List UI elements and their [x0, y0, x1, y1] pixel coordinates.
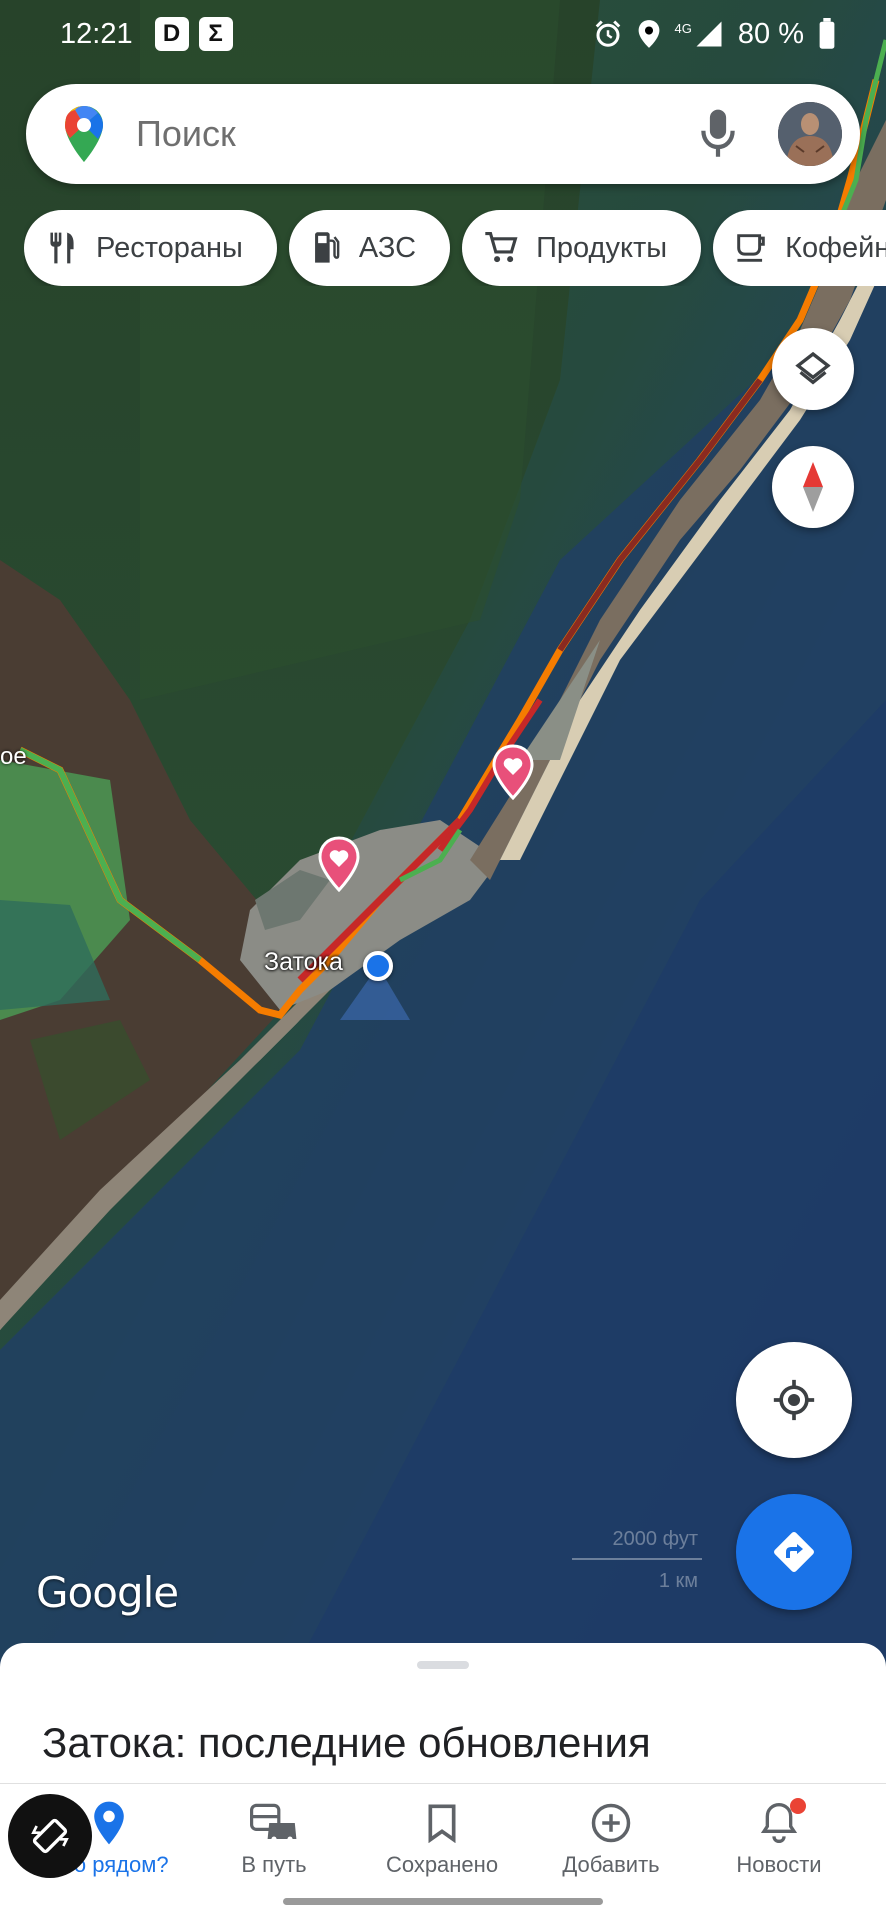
signal-icon: 4G: [675, 19, 724, 49]
search-input[interactable]: Поиск: [136, 113, 698, 155]
chip-label: Рестораны: [96, 231, 243, 264]
chip-label: Продукты: [536, 231, 668, 264]
chip-groceries[interactable]: Продукты: [462, 210, 702, 286]
coffee-icon: [737, 234, 765, 262]
status-bar: 12:21 D Σ 4G 80 %: [0, 0, 886, 68]
nav-label: Добавить: [562, 1852, 660, 1877]
status-time: 12:21: [60, 17, 133, 50]
chip-label: Кофейни: [785, 231, 886, 264]
search-bar[interactable]: Поиск: [26, 84, 860, 184]
google-attribution: Google: [36, 1568, 179, 1617]
location-pin-icon: [94, 1801, 124, 1845]
status-icons: 4G 80 %: [593, 18, 836, 51]
nav-label: Сохранено: [385, 1852, 499, 1877]
nav-commute[interactable]: В путь: [189, 1798, 359, 1878]
app-notification-icon: D: [154, 17, 189, 51]
favorite-pin-icon[interactable]: [318, 836, 360, 892]
bookmark-icon: [428, 1804, 456, 1843]
floating-overlay-button[interactable]: [8, 1794, 92, 1878]
directions-button[interactable]: [736, 1494, 852, 1610]
sheet-drag-handle[interactable]: [417, 1661, 469, 1669]
nav-label: В путь: [241, 1852, 307, 1877]
alarm-icon: [595, 20, 620, 47]
notification-badge: [790, 1798, 806, 1814]
edge-place-label[interactable]: ое: [0, 743, 27, 771]
scale-km: 1 км: [658, 1570, 698, 1592]
chip-coffee[interactable]: Кофейни: [713, 210, 886, 286]
my-location-button[interactable]: [736, 1342, 852, 1458]
my-location-dot: [363, 951, 393, 981]
nav-updates[interactable]: Новости: [694, 1798, 864, 1878]
location-status-icon: [638, 20, 659, 48]
favorite-pin-icon[interactable]: [492, 744, 534, 800]
compass-icon: [803, 462, 823, 512]
nav-label: Новости: [736, 1852, 822, 1877]
map-scale: 2000 фут 1 км: [572, 1528, 702, 1598]
layers-button[interactable]: [772, 328, 854, 410]
microphone-icon[interactable]: [698, 108, 738, 160]
commute-icon: [250, 1803, 297, 1842]
battery-icon: [819, 18, 835, 49]
gas-station-icon: [314, 232, 340, 263]
avatar[interactable]: [778, 102, 842, 166]
restaurant-icon: [50, 232, 74, 264]
directions-icon: [774, 1532, 814, 1572]
app-notification-icon: Σ: [198, 17, 233, 51]
google-maps-logo-icon: [65, 106, 103, 162]
compass-button[interactable]: [772, 446, 854, 528]
battery-level: 80 %: [737, 17, 804, 50]
chip-restaurants[interactable]: Рестораны: [24, 210, 277, 286]
cart-icon: [485, 232, 518, 263]
place-label[interactable]: Затока: [264, 948, 343, 977]
chip-gas-stations[interactable]: АЗС: [288, 210, 451, 286]
nav-contribute[interactable]: Добавить: [526, 1798, 696, 1878]
nav-saved[interactable]: Сохранено: [357, 1798, 527, 1878]
sheet-title: Затока: последние обновления: [42, 1719, 651, 1766]
bottom-sheet[interactable]: Затока: последние обновления: [0, 1643, 886, 1783]
scale-feet: 2000 фут: [612, 1528, 698, 1550]
layers-icon: [795, 351, 831, 385]
gesture-navigation-bar[interactable]: [283, 1898, 603, 1905]
add-circle-icon: [591, 1803, 631, 1843]
rotate-screen-icon: [31, 1818, 69, 1854]
chip-label: АЗС: [358, 231, 417, 264]
crosshair-icon: [773, 1379, 815, 1421]
category-chips: Рестораны АЗС Продукты Кофейни: [24, 210, 886, 286]
